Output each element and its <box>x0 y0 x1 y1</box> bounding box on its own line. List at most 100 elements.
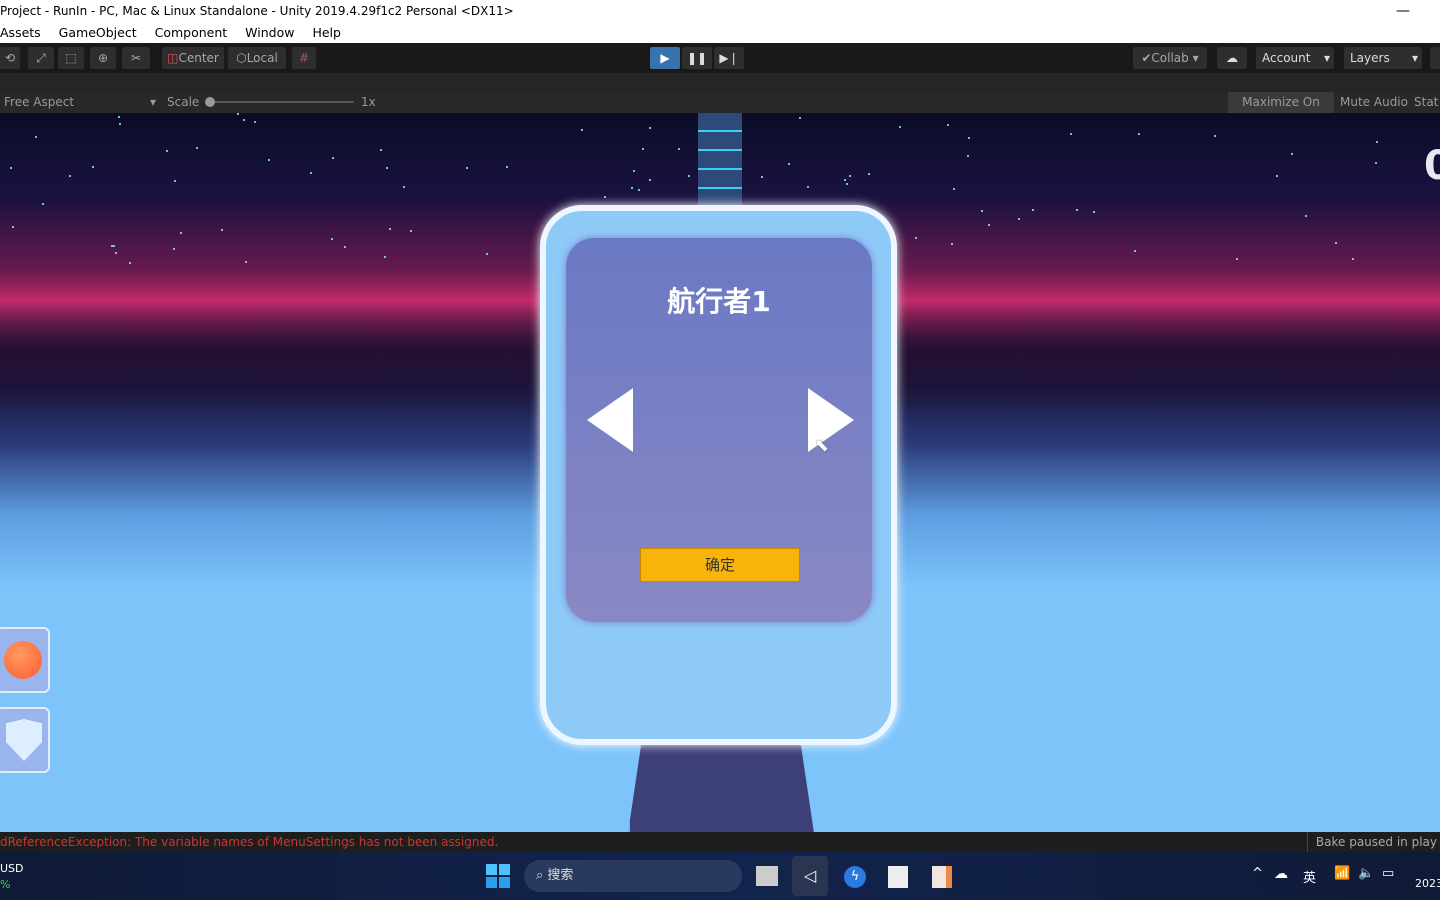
star <box>631 187 634 190</box>
status-bar: dReferenceException: The variable names … <box>0 832 1440 852</box>
star <box>253 120 256 123</box>
menu-component[interactable]: Component <box>155 25 228 40</box>
stock-widget-label[interactable]: USD <box>0 862 24 875</box>
app-taskbar-icon[interactable]: ϟ <box>844 866 866 888</box>
star <box>380 148 383 151</box>
title-bar: Project - RunIn - PC, Mac & Linux Standa… <box>0 0 1440 22</box>
step-button[interactable]: ▶❘ <box>714 47 744 69</box>
cloud-icon[interactable]: ☁ <box>1217 47 1247 69</box>
scale-label: Scale <box>167 95 200 109</box>
star <box>987 223 990 226</box>
stats-toggle[interactable]: Stat <box>1414 92 1440 113</box>
star <box>268 158 271 161</box>
powerup-slot-shield[interactable] <box>0 707 50 773</box>
star <box>1133 250 1136 253</box>
scale-slider[interactable] <box>205 97 354 107</box>
layers-label: Layers <box>1350 51 1390 65</box>
character-card: 航行者1 确定 <box>566 238 872 622</box>
rotate-tool-icon[interactable]: ⟲ <box>0 47 20 69</box>
rect-tool-icon[interactable]: ⬚ <box>58 47 84 69</box>
confirm-label: 确定 <box>704 556 735 574</box>
pivot-center-button[interactable]: ◫Center <box>162 47 224 69</box>
mute-audio-toggle[interactable]: Mute Audio <box>1338 92 1410 113</box>
menu-gameobject[interactable]: GameObject <box>59 25 137 40</box>
powerup-slot-ball[interactable] <box>0 627 50 693</box>
star <box>180 231 183 234</box>
account-dropdown[interactable]: Account ▾ <box>1256 47 1334 69</box>
star <box>868 173 871 176</box>
menu-window[interactable]: Window <box>245 25 294 40</box>
transform-tool-icon[interactable]: ⊕ <box>90 47 116 69</box>
battery-icon[interactable]: ▭ <box>1382 866 1394 881</box>
main-toolbar: ⟲ ⤢ ⬚ ⊕ ✂ ◫Center ⬡Local # ▶ ❚❚ ▶❘ ✔Coll… <box>0 43 1440 73</box>
star <box>1236 258 1239 261</box>
menu-help[interactable]: Help <box>312 25 341 40</box>
road-far <box>698 113 742 208</box>
wifi-icon[interactable]: 📶 <box>1334 866 1350 881</box>
layout-dropdown[interactable] <box>1430 47 1440 69</box>
game-view[interactable]: 0 航行者1 确定 ⬉ <box>0 113 1440 832</box>
minimize-button[interactable]: — <box>1396 0 1410 22</box>
shield-icon <box>6 719 42 761</box>
star <box>245 260 248 263</box>
star <box>898 125 901 128</box>
star <box>173 247 176 250</box>
search-box[interactable]: ⌕ 搜索 <box>524 860 742 892</box>
star <box>1076 209 1079 212</box>
scale-tool-icon[interactable]: ⤢ <box>28 47 54 69</box>
search-label: 搜索 <box>547 868 574 883</box>
star <box>648 126 651 129</box>
ime-indicator[interactable]: 英 <box>1303 867 1316 886</box>
score-text: 0 <box>1424 143 1440 189</box>
custom-tool-icon[interactable]: ✂ <box>122 47 150 69</box>
office-icon[interactable] <box>932 866 952 888</box>
star <box>92 166 95 169</box>
prev-arrow-button[interactable] <box>587 388 633 452</box>
star <box>980 210 983 213</box>
window-title: Project - RunIn - PC, Mac & Linux Standa… <box>0 4 514 18</box>
pause-button[interactable]: ❚❚ <box>682 47 712 69</box>
star <box>632 169 635 172</box>
star <box>1305 214 1308 217</box>
menu-bar: Assets GameObject Component Window Help <box>0 22 1440 43</box>
task-view-icon[interactable] <box>756 866 778 886</box>
star <box>402 186 405 189</box>
clock[interactable]: 2023 <box>1415 877 1440 890</box>
stock-widget-change: % <box>0 878 11 891</box>
star <box>1290 152 1293 155</box>
star <box>343 245 346 248</box>
collab-dropdown[interactable]: ✔Collab ▾ <box>1133 47 1207 69</box>
scale-value: 1x <box>361 95 376 109</box>
aspect-label: Free Aspect <box>4 95 75 109</box>
onedrive-icon[interactable]: ☁ <box>1274 866 1288 882</box>
star <box>1032 208 1035 211</box>
star <box>967 155 970 158</box>
pivot-local-button[interactable]: ⬡Local <box>228 47 286 69</box>
center-label: Center <box>178 51 219 65</box>
star <box>331 157 334 160</box>
star <box>1138 133 1141 136</box>
play-button[interactable]: ▶ <box>650 47 680 69</box>
confirm-button[interactable]: 确定 <box>640 548 800 582</box>
tab-strip <box>0 73 1440 92</box>
star <box>119 123 122 126</box>
scale-slider-handle[interactable] <box>205 97 215 107</box>
search-icon: ⌕ <box>536 868 544 883</box>
aspect-dropdown[interactable]: Free Aspect ▾ <box>4 92 158 113</box>
star <box>166 149 169 152</box>
star <box>486 252 489 255</box>
grid-snap-icon[interactable]: # <box>292 47 316 69</box>
store-icon[interactable] <box>888 866 908 888</box>
start-button[interactable] <box>486 864 510 888</box>
star <box>946 124 949 127</box>
star <box>309 172 312 175</box>
layers-dropdown[interactable]: Layers ▾ <box>1344 47 1422 69</box>
volume-icon[interactable]: 🔈 <box>1358 866 1374 881</box>
unity-taskbar-icon[interactable]: ◁ <box>792 856 828 896</box>
menu-assets[interactable]: Assets <box>0 25 41 40</box>
tray-chevron-icon[interactable]: ^ <box>1252 866 1263 881</box>
star <box>760 176 763 179</box>
console-error-message[interactable]: dReferenceException: The variable names … <box>0 832 498 852</box>
star <box>1018 217 1021 220</box>
star <box>787 162 790 165</box>
